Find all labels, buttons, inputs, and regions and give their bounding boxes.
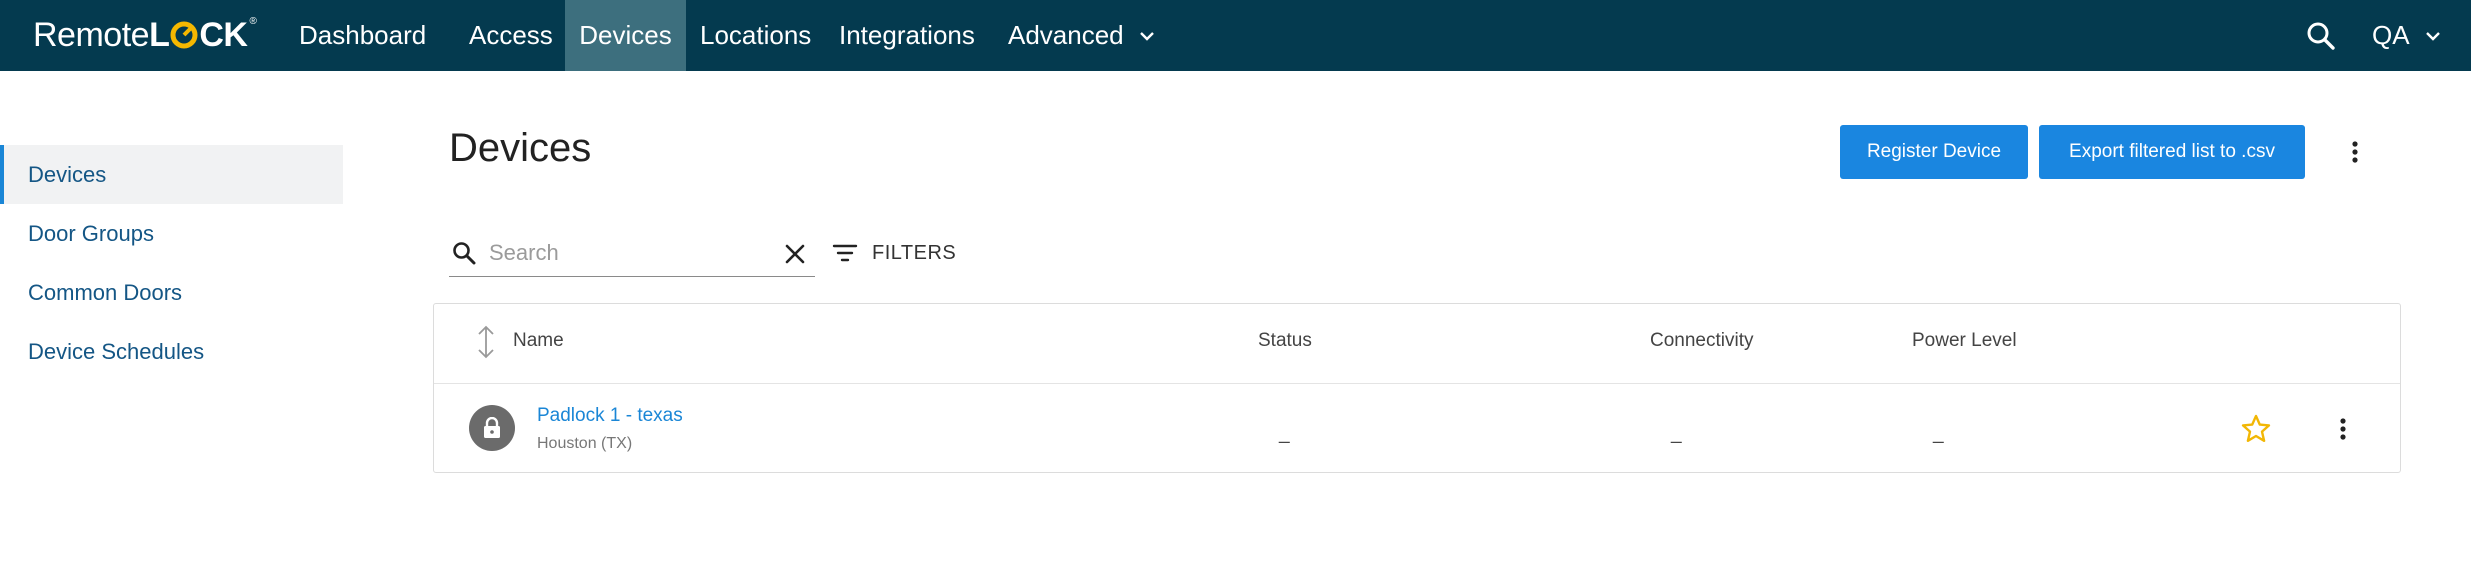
- device-connectivity: _: [1671, 423, 1682, 444]
- device-avatar: [469, 405, 515, 451]
- register-device-button[interactable]: Register Device: [1840, 125, 2028, 179]
- filters-label: FILTERS: [872, 241, 957, 264]
- kebab-icon: [2352, 141, 2358, 163]
- top-nav-bar: Remote L CK ® Dashboard Access Devices L…: [0, 0, 2471, 71]
- search-icon[interactable]: [2305, 20, 2337, 52]
- user-initials: QA: [2372, 20, 2410, 50]
- column-header-power-level: Power Level: [1912, 330, 2017, 351]
- device-status: _: [1279, 423, 1290, 444]
- search-input[interactable]: [489, 236, 769, 270]
- remotelock-logo[interactable]: Remote L CK ®: [33, 14, 257, 56]
- chevron-down-icon: [1139, 31, 1154, 41]
- page-title: Devices: [449, 126, 592, 170]
- device-name-link[interactable]: Padlock 1 - texas: [537, 405, 683, 427]
- filter-list-icon: [832, 244, 858, 262]
- nav-integrations[interactable]: Integrations: [824, 0, 990, 71]
- sidebar: Devices Door Groups Common Doors Device …: [0, 145, 343, 381]
- table-header: Name Status Connectivity Power Level: [434, 304, 2400, 384]
- devices-table: Name Status Connectivity Power Level Pad…: [433, 303, 2401, 473]
- row-more-options-icon[interactable]: [2331, 413, 2355, 445]
- search-box: [449, 232, 815, 277]
- nav-dashboard[interactable]: Dashboard: [284, 0, 441, 71]
- device-location: Houston (TX): [537, 435, 633, 452]
- sidebar-item-common-doors[interactable]: Common Doors: [0, 263, 343, 322]
- nav-access[interactable]: Access: [454, 0, 568, 71]
- chevron-down-icon: [2425, 31, 2440, 41]
- search-icon: [453, 242, 476, 265]
- logo-dial-icon: [170, 21, 198, 49]
- sidebar-item-devices[interactable]: Devices: [0, 145, 343, 204]
- logo-text-remote: Remote: [33, 15, 150, 54]
- sort-icon[interactable]: [474, 324, 498, 360]
- star-outline-icon[interactable]: [2240, 413, 2272, 445]
- page-more-options-icon[interactable]: [2343, 136, 2367, 168]
- kebab-icon: [2340, 418, 2346, 440]
- table-row[interactable]: Padlock 1 - texas Houston (TX) _ _ _: [434, 385, 2400, 473]
- export-csv-button[interactable]: Export filtered list to .csv: [2039, 125, 2305, 179]
- nav-devices[interactable]: Devices: [565, 0, 686, 71]
- sidebar-item-door-groups[interactable]: Door Groups: [0, 204, 343, 263]
- device-power-level: _: [1933, 423, 1944, 444]
- column-header-name[interactable]: Name: [513, 330, 564, 352]
- nav-locations[interactable]: Locations: [685, 0, 826, 71]
- close-icon[interactable]: [783, 242, 807, 266]
- column-header-status: Status: [1258, 330, 1312, 351]
- lock-icon: [484, 417, 500, 438]
- column-header-connectivity: Connectivity: [1650, 330, 1754, 351]
- user-menu[interactable]: QA: [2372, 0, 2442, 71]
- logo-trademark: ®: [249, 16, 257, 27]
- nav-advanced[interactable]: Advanced: [993, 0, 1171, 71]
- sidebar-item-device-schedules[interactable]: Device Schedules: [0, 322, 343, 381]
- logo-lock-word: L CK: [149, 15, 248, 54]
- filters-button[interactable]: FILTERS: [832, 238, 956, 268]
